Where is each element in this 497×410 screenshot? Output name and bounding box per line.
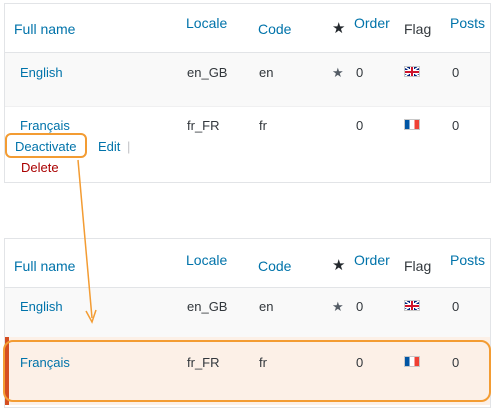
callout-arrow bbox=[77, 159, 97, 324]
